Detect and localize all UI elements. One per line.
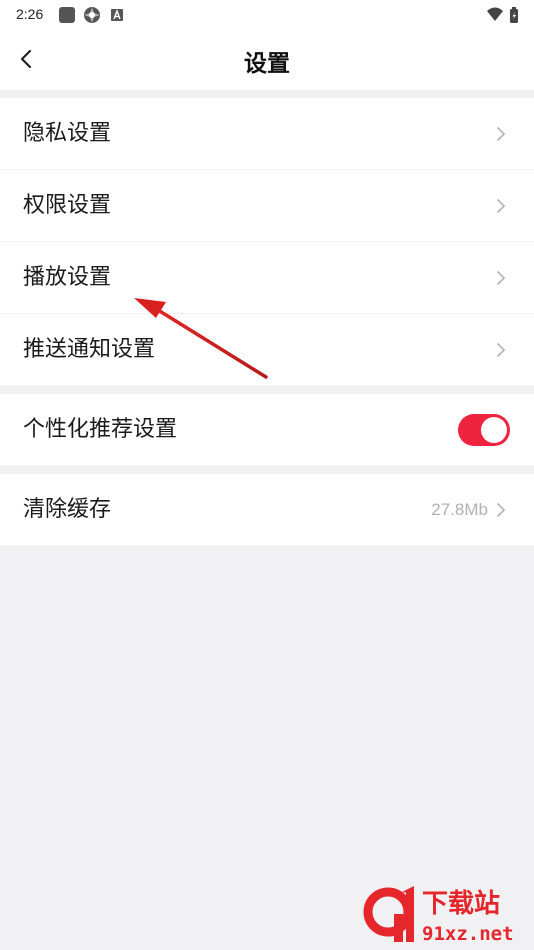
clear-cache-row[interactable]: 清除缓存 27.8Mb [0,474,534,545]
privacy-settings-row[interactable]: 隐私设置 [0,98,534,169]
a-badge-icon [111,9,123,21]
brand-mark-91-icon [363,886,414,942]
chevron-right-icon [497,343,506,357]
status-time: 2:26 [16,6,44,22]
settings-group-general: 隐私设置 权限设置 播放设置 推送通知设置 [0,98,534,385]
watermark-logo: 下载站 91xz.net [363,886,514,945]
watermark-domain: 91xz.net [422,923,514,945]
push-notification-settings-row[interactable]: 推送通知设置 [0,313,534,385]
personalized-recommendation-toggle[interactable] [458,414,510,446]
chevron-right-icon [497,271,506,285]
personalized-recommendation-row: 个性化推荐设置 [0,394,534,465]
privacy-settings-label: 隐私设置 [23,121,112,146]
chevron-right-icon [497,503,506,517]
status-icons-right [487,7,518,23]
clear-cache-label: 清除缓存 [23,497,112,522]
permission-settings-label: 权限设置 [23,193,112,218]
toggle-knob [481,417,507,443]
watermark-name: 下载站 [422,889,500,919]
pinwheel-icon [84,7,100,23]
chevron-right-icon [497,199,506,213]
playback-settings-row[interactable]: 播放设置 [0,241,534,313]
square-icon [59,7,75,23]
permission-settings-row[interactable]: 权限设置 [0,169,534,241]
personalized-recommendation-label: 个性化推荐设置 [23,417,178,442]
status-bar: 2:26 [0,0,534,30]
battery-icon [510,7,518,23]
status-icons-left [59,7,123,23]
chevron-right-icon [497,127,506,141]
wifi-icon [487,7,503,21]
page-title: 设置 [244,51,290,77]
cache-size-value: 27.8Mb [431,500,488,519]
settings-group-personalization: 个性化推荐设置 [0,394,534,465]
playback-settings-label: 播放设置 [23,265,112,290]
push-notification-settings-label: 推送通知设置 [23,337,156,362]
settings-group-storage: 清除缓存 27.8Mb [0,474,534,545]
nav-bar: 设置 [0,30,534,90]
